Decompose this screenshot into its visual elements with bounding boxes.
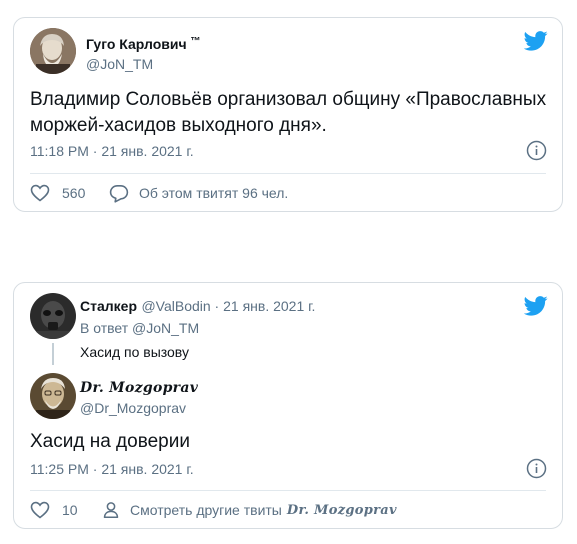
twitter-bird-icon[interactable]: [524, 296, 548, 316]
like-button[interactable]: 560: [30, 182, 85, 204]
tweet-card-1[interactable]: Гуго Карлович ™ @JoN_TM Владимир Соловьё…: [13, 17, 563, 212]
parent-display-name[interactable]: Сталкер: [80, 298, 137, 314]
timestamp[interactable]: 11:18 PM · 21 янв. 2021 г.: [30, 143, 194, 159]
discussion-text: Об этом твитят 96 чел.: [139, 185, 289, 201]
display-name[interactable]: Гуго Карлович ™: [86, 36, 200, 52]
trademark-badge: ™: [190, 36, 201, 47]
thread-line: [52, 343, 54, 365]
more-tweets-link[interactable]: Смотреть другие твиты Dr. Mozgoprav: [102, 499, 397, 521]
person-icon: [102, 501, 120, 519]
info-icon[interactable]: [526, 140, 547, 161]
tweet-text: Владимир Соловьёв организовал общину «Пр…: [30, 87, 555, 139]
avatar-stalker[interactable]: [30, 293, 76, 339]
avatar-mozgoprav[interactable]: [30, 373, 76, 419]
more-tweets-prefix: Смотреть другие твиты: [130, 502, 282, 518]
tweet-text: Хасид на доверии: [30, 431, 190, 452]
parent-handle-date[interactable]: @ValBodin · 21 янв. 2021 г.: [141, 298, 315, 314]
heart-icon: [30, 184, 50, 202]
user-handle[interactable]: @JoN_TM: [86, 56, 153, 72]
divider: [30, 173, 546, 174]
more-tweets-name: Dr. Mozgoprav: [286, 502, 397, 518]
reply-to[interactable]: В ответ @JoN_TM: [80, 320, 199, 336]
avatar-gugo[interactable]: [30, 28, 76, 74]
timestamp[interactable]: 11:25 PM · 21 янв. 2021 г.: [30, 461, 194, 477]
user-handle[interactable]: @Dr_Mozgoprav: [80, 400, 186, 416]
like-button[interactable]: 10: [30, 499, 78, 521]
display-name[interactable]: Dr. Mozgoprav: [80, 380, 198, 396]
discussion-link[interactable]: Об этом твитят 96 чел.: [109, 182, 288, 204]
info-icon[interactable]: [526, 458, 547, 479]
twitter-bird-icon[interactable]: [524, 31, 548, 51]
parent-tweet-header: Сталкер @ValBodin · 21 янв. 2021 г.: [80, 298, 315, 316]
comment-bubble-icon: [109, 184, 129, 203]
tweet-card-2[interactable]: Сталкер @ValBodin · 21 янв. 2021 г. В от…: [13, 282, 563, 529]
divider: [30, 490, 546, 491]
like-count: 560: [62, 185, 86, 201]
like-count: 10: [62, 502, 78, 518]
parent-tweet-text: Хасид по вызову: [80, 344, 189, 360]
tweet-text-line-1: Владимир Соловьёв организовал общину «Пр…: [30, 89, 547, 110]
heart-icon: [30, 501, 50, 519]
tweet-text-line-2: моржей-хасидов выходного дня».: [30, 115, 327, 136]
